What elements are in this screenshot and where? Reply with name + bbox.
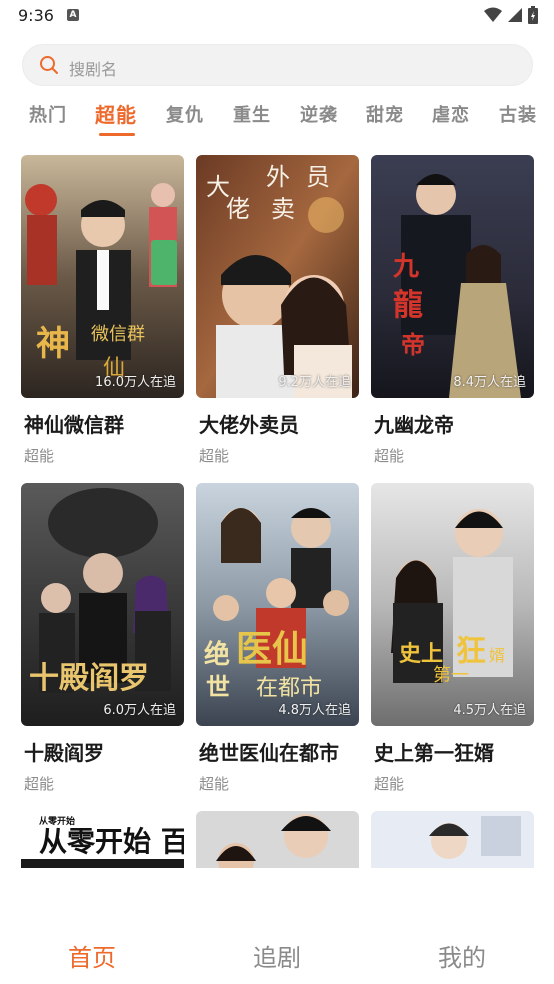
battery-icon bbox=[528, 6, 538, 24]
status-icons bbox=[484, 6, 538, 24]
partial-poster-title: 从零开始 百亿创业 bbox=[39, 825, 184, 858]
viewer-count: 4.5万人在追 bbox=[453, 703, 526, 718]
tab-tragic-love[interactable]: 虐恋 bbox=[432, 101, 470, 127]
status-bar: 9:36 A bbox=[0, 0, 554, 32]
svg-text:婿: 婿 bbox=[489, 646, 505, 665]
drama-tag: 超能 bbox=[199, 447, 230, 465]
drama-poster[interactable]: 神 微信群 仙 16.0万人在追 bbox=[21, 155, 184, 398]
tab-hot[interactable]: 热门 bbox=[29, 101, 67, 127]
search-icon bbox=[40, 56, 58, 74]
drama-title[interactable]: 大佬外卖员 bbox=[199, 409, 299, 438]
svg-text:十殿阎罗: 十殿阎罗 bbox=[29, 661, 149, 696]
svg-text:史上: 史上 bbox=[399, 641, 443, 667]
viewer-count: 8.4万人在追 bbox=[453, 375, 526, 390]
drama-poster[interactable]: 九 龍 帝 8.4万人在追 bbox=[371, 155, 534, 398]
svg-text:绝: 绝 bbox=[204, 639, 230, 670]
nav-profile[interactable]: 我的 bbox=[402, 938, 522, 973]
drama-poster-partial[interactable] bbox=[371, 811, 534, 868]
svg-text:在都市: 在都市 bbox=[256, 676, 322, 701]
drama-poster-partial[interactable]: 从零开始 从零开始 百亿创业 bbox=[21, 811, 184, 868]
drama-title[interactable]: 史上第一狂婿 bbox=[374, 737, 494, 766]
drama-poster[interactable]: 大 佬 外 员 卖 9.2万人在追 bbox=[196, 155, 359, 398]
category-tabs: 热门 超能 复仇 重生 逆袭 甜宠 虐恋 古装 bbox=[0, 99, 554, 139]
svg-text:员: 员 bbox=[306, 163, 330, 191]
viewer-count: 6.0万人在追 bbox=[103, 703, 176, 718]
drama-poster[interactable]: 史上 狂 第一 婿 4.5万人在追 bbox=[371, 483, 534, 726]
tab-revenge[interactable]: 复仇 bbox=[166, 101, 204, 127]
svg-text:九: 九 bbox=[392, 252, 419, 282]
tab-sweet-romance[interactable]: 甜宠 bbox=[366, 101, 404, 127]
viewer-count: 9.2万人在追 bbox=[278, 375, 351, 390]
drama-title[interactable]: 十殿阎罗 bbox=[24, 737, 104, 766]
viewer-count: 4.8万人在追 bbox=[278, 703, 351, 718]
svg-text:神: 神 bbox=[36, 324, 70, 364]
svg-text:龍: 龍 bbox=[393, 288, 423, 323]
drama-tag: 超能 bbox=[374, 775, 405, 793]
drama-poster[interactable]: 十殿阎罗 6.0万人在追 bbox=[21, 483, 184, 726]
drama-poster-partial[interactable] bbox=[196, 811, 359, 868]
notification-icon: A bbox=[67, 9, 79, 21]
drama-tag: 超能 bbox=[24, 447, 55, 465]
viewer-count: 16.0万人在追 bbox=[95, 375, 176, 390]
tab-rebirth[interactable]: 重生 bbox=[233, 101, 271, 127]
svg-text:微信群: 微信群 bbox=[91, 324, 145, 345]
status-time: 9:36 bbox=[18, 6, 54, 25]
signal-icon bbox=[508, 8, 522, 22]
nav-home[interactable]: 首页 bbox=[32, 938, 152, 973]
bottom-navigation: 首页 追剧 我的 bbox=[0, 920, 554, 984]
wifi-icon bbox=[484, 7, 502, 22]
nav-following[interactable]: 追剧 bbox=[217, 938, 337, 973]
svg-text:外: 外 bbox=[266, 163, 290, 191]
drama-tag: 超能 bbox=[199, 775, 230, 793]
svg-text:世: 世 bbox=[206, 672, 230, 701]
drama-title[interactable]: 绝世医仙在都市 bbox=[199, 737, 339, 766]
search-placeholder: 搜剧名 bbox=[69, 60, 118, 79]
drama-poster[interactable]: 绝 医仙 世 在都市 4.8万人在追 bbox=[196, 483, 359, 726]
search-input[interactable]: 搜剧名 bbox=[22, 44, 533, 86]
drama-tag: 超能 bbox=[24, 775, 55, 793]
svg-text:第一: 第一 bbox=[433, 665, 469, 686]
svg-text:帝: 帝 bbox=[401, 330, 425, 359]
drama-tag: 超能 bbox=[374, 447, 405, 465]
drama-title[interactable]: 神仙微信群 bbox=[24, 409, 124, 438]
tab-costume[interactable]: 古装 bbox=[499, 101, 537, 127]
tab-counterattack[interactable]: 逆袭 bbox=[300, 101, 338, 127]
svg-text:医仙: 医仙 bbox=[236, 628, 308, 670]
tab-superpower[interactable]: 超能 bbox=[95, 99, 137, 128]
svg-text:卖: 卖 bbox=[271, 195, 295, 223]
svg-text:佬: 佬 bbox=[226, 195, 250, 223]
svg-text:狂: 狂 bbox=[456, 634, 486, 669]
drama-title[interactable]: 九幽龙帝 bbox=[374, 409, 454, 438]
active-tab-indicator bbox=[99, 133, 135, 136]
